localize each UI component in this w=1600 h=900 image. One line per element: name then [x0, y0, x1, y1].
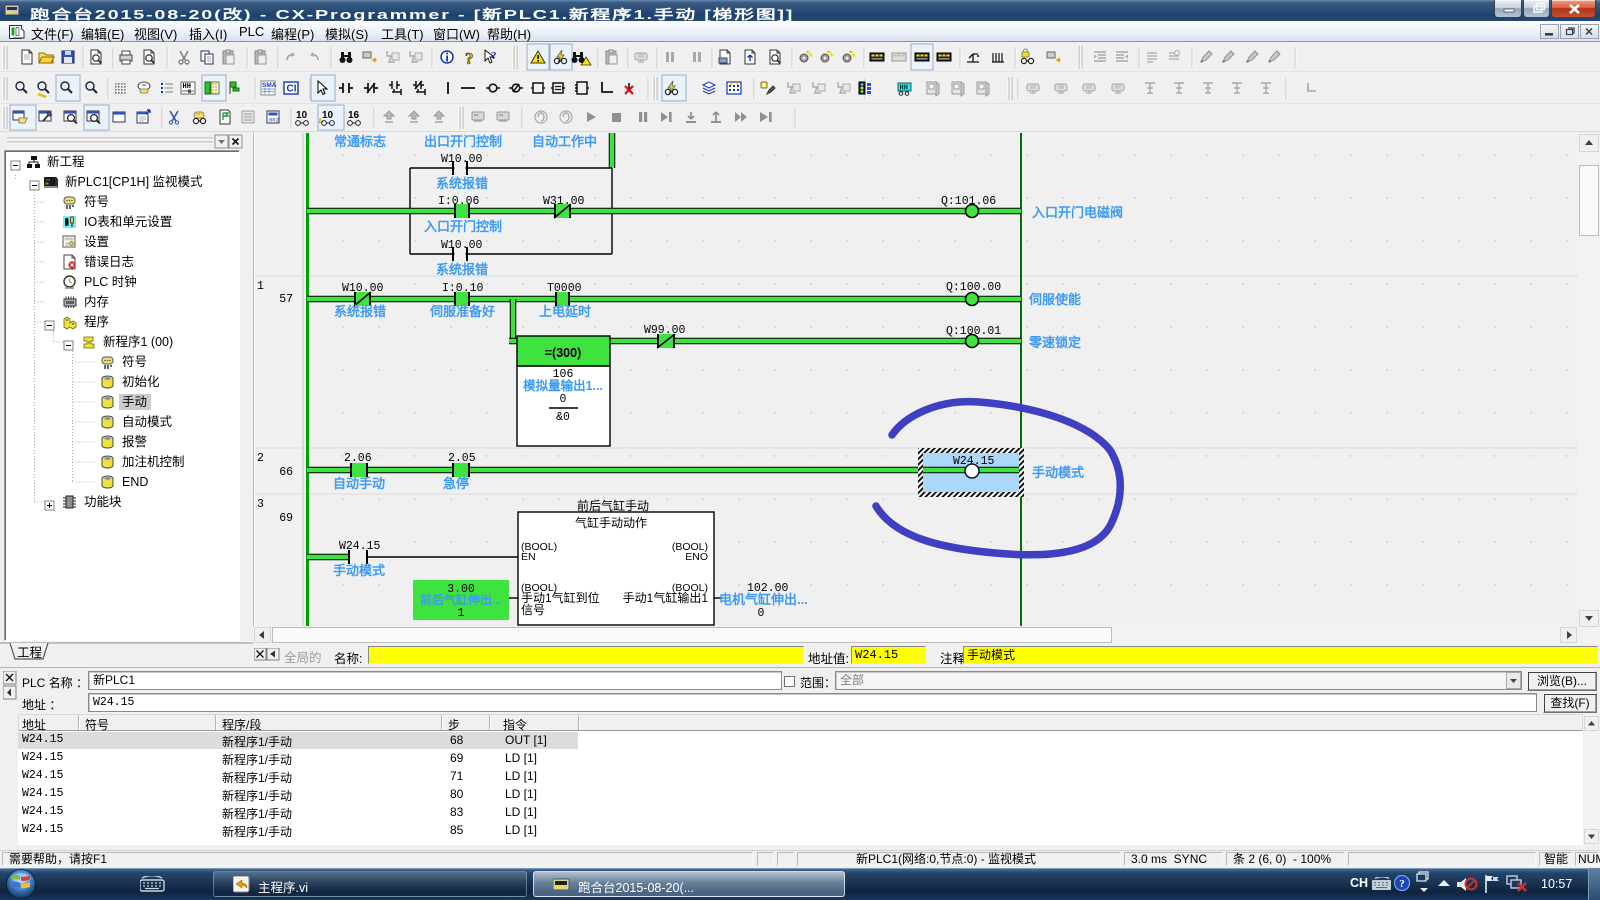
svg-text:69: 69: [279, 512, 293, 525]
svg-text:自动模式: 自动模式: [122, 415, 173, 429]
svg-text:16: 16: [348, 110, 360, 121]
svg-text:2: 2: [257, 452, 264, 465]
svg-text:前后气缸手动: 前后气缸手动: [577, 498, 649, 513]
svg-text:3: 3: [257, 498, 264, 511]
svg-text:信号: 信号: [521, 603, 545, 617]
svg-text:伺服准备好: 伺服准备好: [429, 304, 495, 319]
svg-text:气缸手动动作: 气缸手动动作: [575, 515, 647, 530]
svg-text:1: 1: [458, 607, 465, 620]
svg-text:Q:100.00: Q:100.00: [946, 281, 1001, 294]
svg-text:自动手动: 自动手动: [333, 476, 385, 491]
svg-text:内存: 内存: [84, 295, 109, 309]
svg-text:0: 0: [758, 607, 765, 620]
svg-text:EN: EN: [521, 551, 536, 563]
svg-text:入口开门电磁阀: 入口开门电磁阀: [1032, 205, 1123, 220]
svg-text:57: 57: [279, 293, 293, 306]
svg-text:?: ?: [1399, 878, 1405, 890]
svg-text:2.06: 2.06: [344, 452, 372, 465]
svg-text:PLC 时钟: PLC 时钟: [84, 274, 137, 289]
svg-text:入口开门控制: 入口开门控制: [424, 219, 502, 234]
svg-text:66: 66: [279, 466, 293, 479]
svg-text:IO表和单元设置: IO表和单元设置: [84, 214, 172, 229]
svg-text:系统报错: 系统报错: [436, 176, 488, 191]
svg-text:模拟量输出1...: 模拟量输出1...: [523, 378, 603, 393]
svg-text:急停: 急停: [443, 476, 469, 491]
svg-text:自动工作中: 自动工作中: [532, 134, 597, 149]
svg-text:手动: 手动: [122, 395, 147, 409]
svg-text:&0: &0: [556, 411, 570, 424]
svg-text:系统报错: 系统报错: [436, 262, 488, 277]
svg-text:新PLC1[CP1H] 监视模式: 新PLC1[CP1H] 监视模式: [65, 174, 203, 189]
svg-text:2.05: 2.05: [448, 452, 476, 465]
svg-text:1: 1: [257, 280, 264, 293]
svg-text:T0000: T0000: [547, 282, 582, 295]
svg-text:I:0.10: I:0.10: [442, 282, 484, 295]
svg-text:10: 10: [296, 110, 308, 121]
svg-text:系统报错: 系统报错: [334, 304, 386, 319]
svg-text:ENO: ENO: [685, 551, 708, 563]
svg-text:END: END: [122, 475, 148, 489]
svg-text:出口开门控制: 出口开门控制: [424, 134, 502, 149]
svg-text:(BOOL): (BOOL): [521, 582, 557, 594]
svg-text:程序: 程序: [84, 314, 109, 329]
svg-text:手动模式: 手动模式: [1032, 465, 1084, 480]
svg-text:电机气缸伸出...: 电机气缸伸出...: [719, 592, 808, 607]
svg-text:W10.00: W10.00: [441, 239, 483, 252]
svg-text:符号: 符号: [84, 194, 109, 209]
svg-text:上电延时: 上电延时: [539, 304, 591, 319]
svg-text:W10.00: W10.00: [441, 153, 483, 166]
svg-text:工程: 工程: [17, 645, 43, 660]
svg-text:Q:100.01: Q:100.01: [946, 325, 1001, 338]
svg-text:新程序1 (00): 新程序1 (00): [103, 334, 173, 349]
svg-text:W24.15: W24.15: [339, 540, 381, 553]
svg-text:初始化: 初始化: [122, 375, 160, 389]
svg-text:W24.15: W24.15: [953, 455, 995, 468]
svg-text:10: 10: [322, 110, 334, 121]
svg-text:手动模式: 手动模式: [333, 563, 385, 578]
svg-text:I:0.06: I:0.06: [438, 195, 480, 208]
svg-text:=(300): =(300): [545, 346, 581, 360]
svg-text:符号: 符号: [122, 354, 147, 369]
svg-text:前后气缸伸出...: 前后气缸伸出...: [420, 592, 502, 607]
svg-text:加注机控制: 加注机控制: [122, 454, 185, 469]
svg-text:伺服使能: 伺服使能: [1028, 292, 1081, 307]
svg-text:W10.00: W10.00: [342, 282, 384, 295]
svg-text:新工程: 新工程: [47, 154, 85, 169]
svg-text:零速锁定: 零速锁定: [1028, 335, 1081, 350]
svg-text:错误日志: 错误日志: [84, 255, 134, 269]
svg-text:0: 0: [560, 393, 567, 406]
svg-text:(BOOL): (BOOL): [672, 582, 708, 594]
svg-text:报警: 报警: [122, 434, 147, 449]
svg-text:功能块: 功能块: [84, 495, 122, 509]
svg-text:Q:101.06: Q:101.06: [941, 195, 996, 208]
svg-text:常通标志: 常通标志: [334, 134, 386, 149]
svg-text:W31.00: W31.00: [543, 195, 585, 208]
svg-text:W99.00: W99.00: [644, 324, 686, 337]
svg-text:设置: 设置: [84, 234, 109, 249]
